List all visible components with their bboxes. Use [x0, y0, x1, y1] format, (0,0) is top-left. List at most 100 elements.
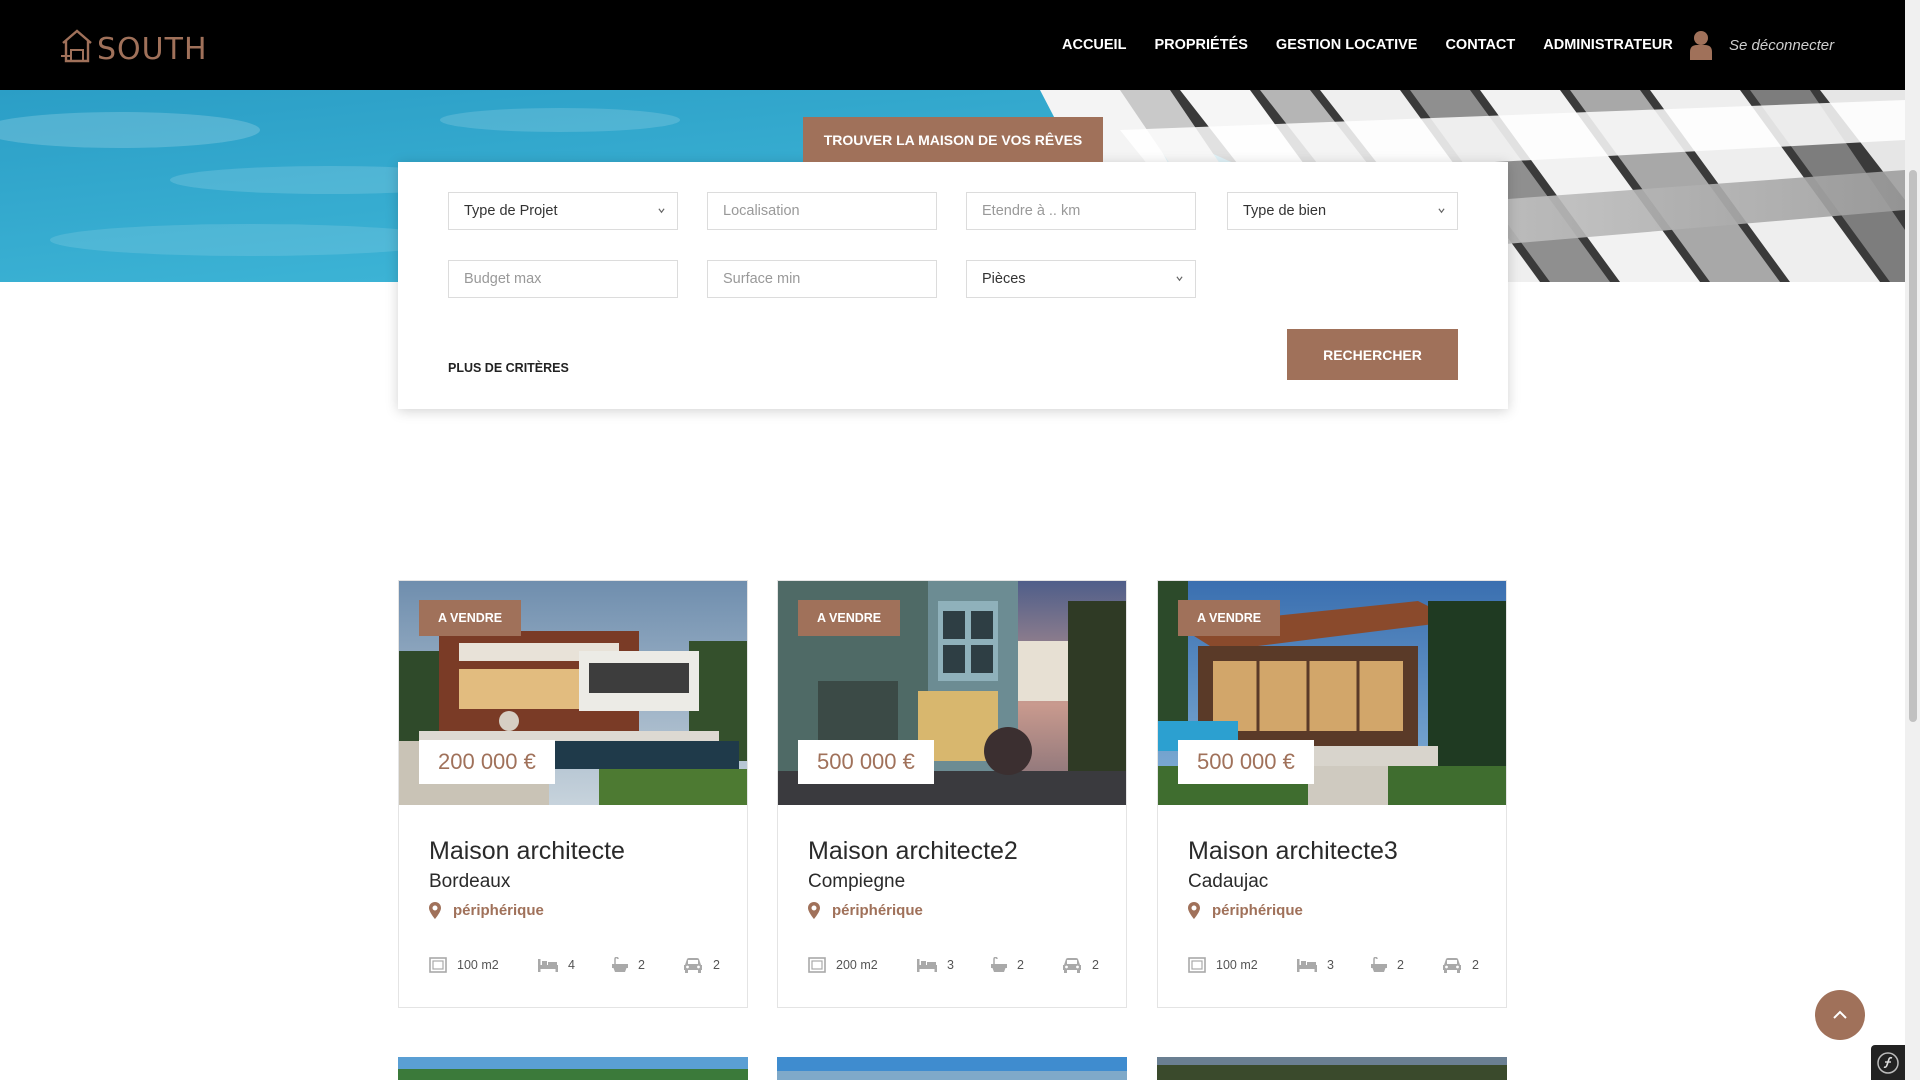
property-zone-label: périphérique — [832, 902, 923, 919]
spec-bedrooms-value: 3 — [1327, 958, 1334, 972]
area-icon — [429, 957, 447, 973]
bath-icon — [1371, 957, 1387, 972]
nav-administrateur[interactable]: ADMINISTRATEUR — [1543, 36, 1672, 54]
status-badge: A VENDRE — [1178, 600, 1281, 636]
scrollbar-thumb[interactable] — [1909, 170, 1917, 722]
spec-parking-value: 2 — [1472, 958, 1479, 972]
area-icon — [1188, 957, 1206, 973]
car-icon — [1063, 958, 1081, 973]
spec-bathrooms: 2 — [612, 957, 683, 973]
property-photo-image — [1157, 1057, 1507, 1080]
more-criteria-link[interactable]: PLUS DE CRITÈRES — [448, 361, 569, 375]
page-scrollbar[interactable] — [1905, 0, 1920, 1080]
property-title[interactable]: Maison architecte3 — [1188, 837, 1398, 866]
map-marker-icon — [808, 902, 820, 919]
nav-accueil[interactable]: ACCUEIL — [1062, 36, 1126, 54]
area-icon — [808, 957, 826, 973]
property-zone: périphérique — [1188, 902, 1303, 919]
main-nav: ACCUEIL PROPRIÉTÉS GESTION LOCATIVE CONT… — [1062, 36, 1701, 54]
property-specs: 100 m2 4 2 2 — [429, 957, 729, 973]
spec-surface-value: 200 m2 — [836, 958, 878, 972]
property-photo[interactable]: A VENDRE 500 000 € — [1158, 581, 1506, 805]
spec-surface: 100 m2 — [429, 957, 538, 973]
spec-surface-value: 100 m2 — [457, 958, 499, 972]
spec-bathrooms-value: 2 — [1017, 958, 1024, 972]
spec-bathrooms: 2 — [1371, 957, 1442, 973]
property-card-partial[interactable] — [777, 1057, 1127, 1080]
property-type-value: Type de bien — [1243, 203, 1327, 219]
property-city: Cadaujac — [1188, 871, 1269, 892]
radius-placeholder: Etendre à .. km — [982, 203, 1081, 219]
chevron-down-icon — [658, 208, 665, 214]
property-card[interactable]: A VENDRE 500 000 € Maison architecte2 Co… — [777, 580, 1127, 1008]
symfony-icon — [1877, 1051, 1899, 1074]
spec-bathrooms-value: 2 — [638, 958, 645, 972]
spec-bathrooms-value: 2 — [1397, 958, 1404, 972]
back-to-top-button[interactable] — [1815, 990, 1865, 1040]
property-photo[interactable]: A VENDRE 200 000 € — [399, 581, 747, 805]
budget-input[interactable]: Budget max — [448, 260, 678, 298]
car-icon — [1443, 958, 1461, 973]
logo-text: SOUTH — [97, 32, 208, 67]
nav-proprietes[interactable]: PROPRIÉTÉS — [1154, 36, 1247, 54]
property-card-partial[interactable] — [398, 1057, 748, 1080]
spec-parking: 2 — [683, 957, 720, 973]
surface-placeholder: Surface min — [723, 271, 801, 287]
property-card-partial[interactable] — [1157, 1057, 1507, 1080]
property-city: Bordeaux — [429, 871, 511, 892]
property-zone-label: périphérique — [1212, 902, 1303, 919]
property-photo-image — [777, 1057, 1127, 1080]
project-type-value: Type de Projet — [464, 203, 558, 219]
property-card[interactable]: A VENDRE 500 000 € Maison architecte3 Ca… — [1157, 580, 1507, 1008]
status-badge: A VENDRE — [419, 600, 522, 636]
property-photo-image — [398, 1057, 748, 1080]
nav-gestion-locative[interactable]: GESTION LOCATIVE — [1276, 36, 1418, 54]
property-zone-label: périphérique — [453, 902, 544, 919]
search-button[interactable]: RECHERCHER — [1287, 329, 1458, 380]
bath-icon — [612, 957, 628, 972]
rooms-value: Pièces — [982, 271, 1026, 287]
chevron-up-icon — [1833, 1010, 1847, 1019]
nav-contact[interactable]: CONTACT — [1445, 36, 1515, 54]
car-icon — [684, 958, 702, 973]
top-navbar: SOUTH ACCUEIL PROPRIÉTÉS GESTION LOCATIV… — [0, 0, 1905, 90]
surface-input[interactable]: Surface min — [707, 260, 937, 298]
status-badge: A VENDRE — [798, 600, 901, 636]
budget-placeholder: Budget max — [464, 271, 542, 287]
spec-parking: 2 — [1062, 957, 1099, 973]
location-input[interactable]: Localisation — [707, 192, 937, 230]
map-marker-icon — [1188, 902, 1200, 919]
property-zone: périphérique — [808, 902, 923, 919]
bed-icon — [1297, 959, 1317, 972]
property-photo[interactable]: A VENDRE 500 000 € — [778, 581, 1126, 805]
property-type-select[interactable]: Type de bien — [1227, 192, 1458, 230]
spec-bedrooms-value: 4 — [568, 958, 575, 972]
logout-link[interactable]: Se déconnecter — [1690, 30, 1834, 60]
spec-bedrooms-value: 3 — [947, 958, 954, 972]
user-icon — [1690, 31, 1712, 60]
chevron-down-icon — [1176, 276, 1183, 282]
debug-toolbar-toggle[interactable] — [1871, 1045, 1905, 1080]
spec-surface: 100 m2 — [1188, 957, 1297, 973]
property-specs: 100 m2 3 2 2 — [1188, 957, 1488, 973]
map-marker-icon — [429, 902, 441, 919]
spec-parking: 2 — [1442, 957, 1479, 973]
logout-label: Se déconnecter — [1729, 36, 1835, 54]
price-badge: 500 000 € — [798, 740, 934, 784]
property-specs: 200 m2 3 2 2 — [808, 957, 1108, 973]
bed-icon — [917, 959, 937, 972]
house-logo-icon — [61, 29, 92, 63]
spec-bedrooms: 4 — [538, 957, 612, 973]
spec-surface: 200 m2 — [808, 957, 917, 973]
property-card[interactable]: A VENDRE 200 000 € Maison architecte Bor… — [398, 580, 748, 1008]
spec-surface-value: 100 m2 — [1216, 958, 1258, 972]
site-logo[interactable]: SOUTH — [60, 26, 208, 66]
project-type-select[interactable]: Type de Projet — [448, 192, 678, 230]
spec-bedrooms: 3 — [1297, 957, 1371, 973]
property-title[interactable]: Maison architecte2 — [808, 837, 1018, 866]
price-badge: 200 000 € — [419, 740, 555, 784]
rooms-select[interactable]: Pièces — [966, 260, 1196, 298]
radius-input[interactable]: Etendre à .. km — [966, 192, 1196, 230]
chevron-down-icon — [1438, 208, 1445, 214]
property-title[interactable]: Maison architecte — [429, 837, 625, 866]
